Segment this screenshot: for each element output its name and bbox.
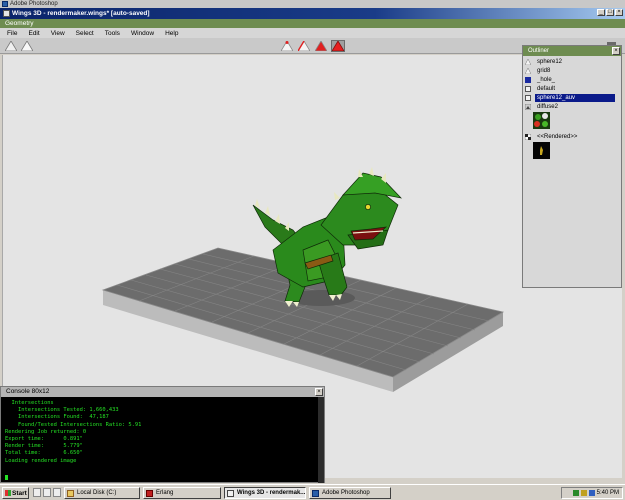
white-triangle-icon	[525, 67, 531, 74]
windows-logo-icon	[5, 490, 11, 496]
render-icon	[525, 133, 531, 140]
material-icon	[525, 85, 531, 92]
outliner-item-label: sphere12_auv	[535, 93, 615, 102]
edge-mode-icon	[298, 41, 310, 51]
wireframe-button[interactable]	[20, 40, 34, 52]
texture-icon	[525, 103, 531, 110]
console-line: Intersections Found: 47,187	[5, 414, 109, 421]
geometry-title-bar[interactable]: Geometry	[0, 19, 625, 28]
photoshop-title: Adobe Photoshop	[10, 1, 58, 7]
white-triangle-icon	[21, 41, 33, 51]
menu-file[interactable]: File	[7, 30, 17, 37]
outliner-item-label: default	[537, 85, 556, 92]
console-line: Export time: 0.891"	[5, 436, 83, 443]
menu-bar: File Edit View Select Tools Window Help	[0, 28, 625, 38]
vertex-mode-button[interactable]	[280, 40, 294, 52]
face-mode-icon	[315, 41, 327, 51]
console-line: Total time: 6.650"	[5, 450, 83, 457]
console-title[interactable]: Console 80x12	[1, 387, 324, 397]
start-button[interactable]: Start	[2, 487, 29, 499]
task-label: Adobe Photoshop	[322, 490, 370, 496]
body-mode-icon	[332, 41, 344, 51]
volume-icon[interactable]	[580, 490, 587, 496]
edge-mode-button[interactable]	[297, 40, 311, 52]
face-mode-button[interactable]	[314, 40, 328, 52]
body-mode-button[interactable]	[331, 40, 345, 52]
task-local-disk[interactable]: Local Disk (C:)	[64, 487, 140, 499]
outliner-item-label: diffuse2	[537, 103, 558, 110]
clock[interactable]: 5:40 PM	[597, 490, 619, 496]
quicklaunch-desktop-icon[interactable]	[33, 488, 41, 497]
minimize-button[interactable]: _	[597, 9, 605, 16]
console-line: Intersections	[5, 400, 54, 406]
photoshop-icon	[312, 489, 319, 497]
outliner-list: sphere12 grid8 _hole_ default sphere12_a…	[523, 56, 621, 161]
white-triangle-icon	[525, 58, 531, 65]
outliner-item-label: <<Rendered>>	[537, 133, 578, 140]
outliner-item-sphere12[interactable]: sphere12	[523, 57, 621, 66]
console-line: Rendering Job returned: 0	[5, 428, 87, 435]
outliner-item-label: sphere12	[537, 58, 563, 65]
task-photoshop[interactable]: Adobe Photoshop	[309, 487, 391, 499]
window-title-bar[interactable]: Wings 3D - rendermaker.wings* [auto-save…	[0, 8, 625, 19]
wings-icon	[227, 489, 234, 497]
outliner-item-diffuse2[interactable]: diffuse2	[523, 102, 621, 111]
task-label: Local Disk (C:)	[77, 490, 117, 496]
menu-window[interactable]: Window	[131, 30, 154, 37]
taskbar: Start Local Disk (C:) Erlang Wings 3D - …	[0, 484, 625, 500]
console-cursor[interactable]	[5, 475, 8, 480]
network-icon[interactable]	[572, 490, 579, 496]
outliner-close-button[interactable]: ×	[612, 47, 620, 55]
task-label: Wings 3D - rendermak...	[237, 490, 306, 496]
close-button[interactable]: ×	[615, 9, 623, 16]
outliner-item-label: grid8	[537, 67, 551, 74]
window-title: Wings 3D - rendermaker.wings* [auto-save…	[12, 10, 150, 17]
console-scrollbar[interactable]	[318, 397, 324, 483]
system-tray: 5:40 PM	[561, 487, 623, 499]
task-wings3d[interactable]: Wings 3D - rendermak...	[224, 487, 306, 499]
console-close-button[interactable]: ×	[315, 388, 323, 396]
console-panel: Console 80x12 × Intersections Intersecti…	[0, 386, 325, 483]
console-line: Found/Tested Intersections Ratio: 5.91	[5, 421, 142, 428]
outliner-item-label: _hole_	[537, 76, 556, 83]
outliner-item-sphere12-auv[interactable]: sphere12_auv	[523, 93, 621, 102]
menu-select[interactable]: Select	[76, 30, 94, 37]
diffuse2-thumbnail[interactable]	[533, 112, 550, 129]
rendered-thumbnail[interactable]	[533, 142, 550, 159]
material-icon	[525, 94, 531, 101]
tray-app-icon[interactable]	[588, 490, 595, 496]
console-output: Intersections Intersections Tested: 1,66…	[1, 397, 324, 465]
quicklaunch-media-icon[interactable]	[53, 488, 61, 497]
menu-view[interactable]: View	[51, 30, 65, 37]
maximize-button[interactable]: □	[606, 9, 614, 16]
start-label: Start	[12, 489, 27, 497]
folder-icon	[67, 489, 74, 497]
smooth-preview-button[interactable]	[4, 40, 18, 52]
console-line: Render time: 5.779"	[5, 443, 83, 450]
outliner-item-rendered[interactable]: <<Rendered>>	[523, 132, 621, 141]
erlang-icon	[146, 489, 153, 497]
vertex-mode-icon	[281, 41, 293, 51]
material-blue-icon	[525, 76, 531, 83]
photoshop-icon	[2, 1, 8, 7]
outliner-item-grid8[interactable]: grid8	[523, 66, 621, 75]
menu-help[interactable]: Help	[165, 30, 178, 37]
photoshop-title-bar: Adobe Photoshop	[0, 0, 625, 8]
task-erlang[interactable]: Erlang	[143, 487, 221, 499]
outliner-item-default[interactable]: default	[523, 84, 621, 93]
console-line: Loading rendered image	[5, 457, 77, 464]
console-line: Intersections Tested: 1,660,433	[5, 407, 119, 414]
quicklaunch-explorer-icon[interactable]	[43, 488, 51, 497]
outliner-panel: Outliner × sphere12 grid8 _hole_ default…	[522, 45, 622, 288]
menu-tools[interactable]: Tools	[105, 30, 120, 37]
menu-edit[interactable]: Edit	[28, 30, 39, 37]
wings-icon	[3, 10, 10, 17]
window-controls: _ □ ×	[597, 9, 623, 16]
white-triangle-icon	[5, 41, 17, 51]
outliner-title[interactable]: Outliner	[523, 46, 621, 56]
outliner-item-hole[interactable]: _hole_	[523, 75, 621, 84]
task-label: Erlang	[156, 490, 174, 496]
